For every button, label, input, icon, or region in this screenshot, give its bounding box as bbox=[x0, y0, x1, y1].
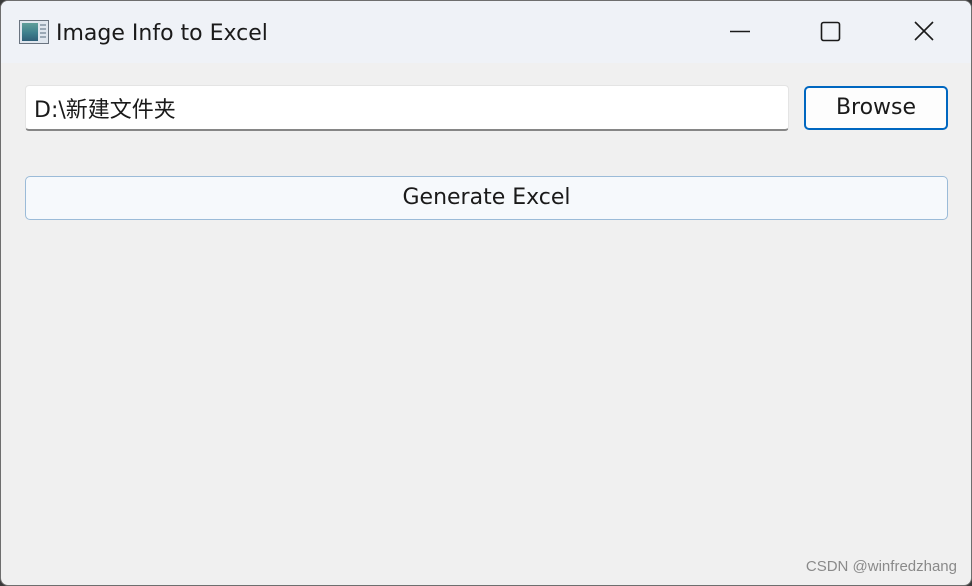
minimize-icon bbox=[730, 30, 750, 33]
folder-path-input[interactable] bbox=[25, 85, 789, 131]
watermark-text: CSDN @winfredzhang bbox=[805, 558, 957, 575]
minimize-button[interactable] bbox=[695, 1, 787, 63]
maximize-icon bbox=[820, 21, 841, 42]
maximize-button[interactable] bbox=[784, 1, 876, 63]
app-window-icon bbox=[19, 20, 49, 44]
browse-button[interactable]: Browse bbox=[804, 86, 948, 130]
close-icon bbox=[914, 21, 934, 41]
title-bar[interactable]: Image Info to Excel bbox=[1, 1, 971, 63]
app-window: Image Info to Excel Browse Generate Exce… bbox=[0, 0, 972, 586]
window-title: Image Info to Excel bbox=[56, 21, 268, 46]
close-button[interactable] bbox=[878, 1, 970, 63]
generate-excel-button[interactable]: Generate Excel bbox=[25, 176, 948, 220]
